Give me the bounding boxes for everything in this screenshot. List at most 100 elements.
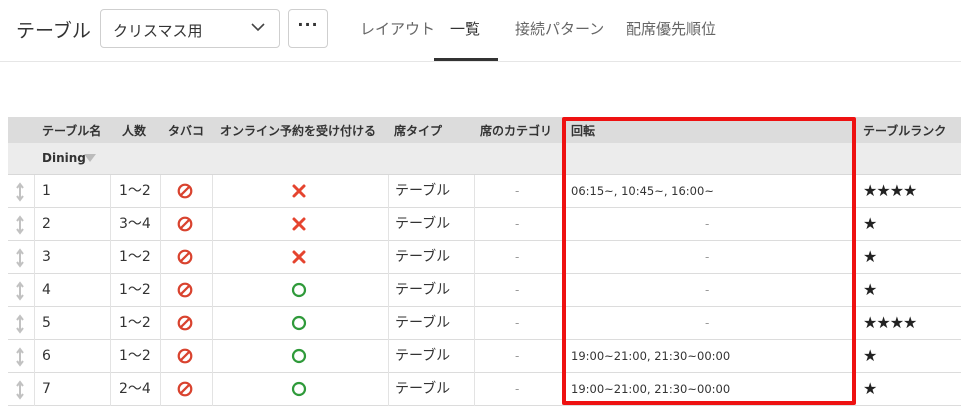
circle-icon: [291, 282, 307, 298]
drag-handle-icon[interactable]: [14, 347, 26, 367]
caret-down-icon[interactable]: [84, 154, 96, 162]
people-cell: 1～2: [119, 348, 151, 364]
rank-stars: ★: [863, 346, 877, 365]
column-divider: [160, 373, 161, 406]
column-divider: [110, 340, 111, 373]
column-divider: [34, 241, 35, 274]
people-cell: 1～2: [119, 249, 151, 265]
column-divider: [388, 274, 389, 307]
chevron-down-icon: [251, 23, 265, 32]
column-divider: [474, 241, 475, 274]
group-label: Dining: [42, 151, 86, 165]
people-cell: 1～2: [119, 282, 151, 298]
tab-seating-priority[interactable]: 配席優先順位: [626, 18, 716, 39]
drag-handle-icon[interactable]: [14, 281, 26, 301]
column-header-people[interactable]: 人数: [122, 122, 146, 139]
column-divider: [212, 307, 213, 340]
column-divider: [160, 274, 161, 307]
layout-select-value: クリスマス用: [113, 22, 203, 40]
column-divider: [388, 373, 389, 406]
seat-type-cell: テーブル: [395, 282, 451, 298]
no-smoking-icon: [177, 249, 193, 265]
rotation-highlight-box: [562, 117, 856, 405]
column-divider: [388, 175, 389, 208]
cross-icon: [292, 250, 306, 264]
tab-connection-pattern[interactable]: 接続パターン: [515, 18, 604, 39]
more-options-button[interactable]: ···: [288, 9, 328, 48]
rank-stars: ★: [863, 379, 877, 398]
seat-type-cell: テーブル: [395, 216, 451, 232]
seat-category-cell: -: [515, 184, 520, 198]
column-divider: [160, 307, 161, 340]
column-divider: [388, 340, 389, 373]
column-divider: [212, 175, 213, 208]
no-smoking-icon: [177, 216, 193, 232]
rank-stars: ★★★★: [863, 313, 917, 332]
rank-stars: ★: [863, 214, 877, 233]
people-cell: 1～2: [119, 183, 151, 199]
rank-stars: ★: [863, 247, 877, 266]
drag-handle-icon[interactable]: [14, 380, 26, 400]
table-name-cell: 2: [42, 216, 51, 232]
circle-icon: [291, 315, 307, 331]
column-divider: [160, 340, 161, 373]
column-divider: [474, 274, 475, 307]
table-name-cell: 1: [42, 183, 51, 199]
cross-icon: [292, 217, 306, 231]
layout-select[interactable]: クリスマス用: [100, 9, 280, 48]
column-header-seat-type[interactable]: 席タイプ: [394, 122, 442, 139]
column-divider: [160, 241, 161, 274]
column-divider: [110, 208, 111, 241]
people-cell: 2～4: [119, 381, 151, 397]
column-header-name[interactable]: テーブル名: [42, 122, 101, 139]
drag-handle-icon[interactable]: [14, 215, 26, 235]
no-smoking-icon: [177, 348, 193, 364]
column-divider: [212, 373, 213, 406]
column-divider: [110, 307, 111, 340]
column-divider: [110, 175, 111, 208]
active-tab-indicator: [434, 58, 498, 61]
column-divider: [34, 340, 35, 373]
drag-handle-icon[interactable]: [14, 182, 26, 202]
column-divider: [474, 208, 475, 241]
column-divider: [474, 373, 475, 406]
column-header-rank[interactable]: テーブルランク: [863, 122, 946, 139]
no-smoking-icon: [177, 183, 193, 199]
column-divider: [474, 175, 475, 208]
tab-list[interactable]: 一覧: [450, 18, 480, 39]
column-header-tobacco[interactable]: タバコ: [168, 122, 204, 139]
column-divider: [160, 175, 161, 208]
tab-layout[interactable]: レイアウト: [360, 18, 435, 39]
column-divider: [34, 175, 35, 208]
more-icon: ···: [297, 15, 319, 34]
seat-type-cell: テーブル: [395, 348, 451, 364]
column-divider: [474, 307, 475, 340]
column-divider: [212, 241, 213, 274]
seat-category-cell: -: [515, 283, 520, 297]
seat-type-cell: テーブル: [395, 183, 451, 199]
column-divider: [474, 340, 475, 373]
cross-icon: [292, 184, 306, 198]
column-divider: [388, 208, 389, 241]
column-divider: [110, 373, 111, 406]
column-divider: [34, 307, 35, 340]
no-smoking-icon: [177, 315, 193, 331]
column-divider: [110, 274, 111, 307]
people-cell: 1～2: [119, 315, 151, 331]
column-divider: [34, 274, 35, 307]
column-header-seat-category[interactable]: 席のカテゴリ: [480, 122, 552, 139]
no-smoking-icon: [177, 381, 193, 397]
rank-stars: ★: [863, 280, 877, 299]
column-divider: [160, 208, 161, 241]
seat-type-cell: テーブル: [395, 249, 451, 265]
column-divider: [212, 274, 213, 307]
drag-handle-icon[interactable]: [14, 248, 26, 268]
circle-icon: [291, 381, 307, 397]
table-name-cell: 7: [42, 381, 51, 397]
circle-icon: [291, 348, 307, 364]
column-divider: [34, 208, 35, 241]
column-header-online[interactable]: オンライン予約を受け付ける: [220, 122, 376, 139]
seat-category-cell: -: [515, 316, 520, 330]
top-bar: テーブル クリスマス用 ··· レイアウト 一覧 接続パターン 配席優先順位: [0, 0, 961, 62]
drag-handle-icon[interactable]: [14, 314, 26, 334]
